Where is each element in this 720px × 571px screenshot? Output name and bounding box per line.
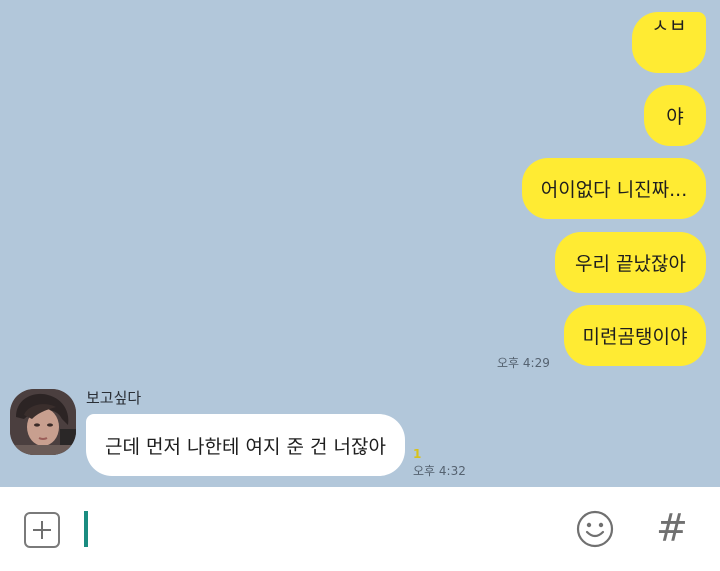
message-input[interactable] <box>84 511 88 547</box>
sent-message[interactable]: 미련곰탱이야 <box>564 305 706 366</box>
message-text: ㅅㅂ <box>651 15 687 37</box>
sent-message[interactable]: ㅅㅂ <box>632 12 706 73</box>
received-message[interactable]: 근데 먼저 나한테 여지 준 건 너잖아 <box>86 414 405 476</box>
sent-message[interactable]: 야 <box>644 85 706 146</box>
sender-avatar[interactable] <box>10 389 76 455</box>
message-text: 미련곰탱이야 <box>582 326 688 348</box>
message-text: 근데 먼저 나한테 여지 준 건 너잖아 <box>105 435 386 458</box>
message-text: 야 <box>666 106 684 128</box>
sent-timestamp: 오후 4:29 <box>497 356 550 370</box>
chat-area: ㅅㅂ 야 어이없다 니진짜... 우리 끝났잖아 미련곰탱이야 오후 4:29 … <box>0 0 720 487</box>
message-text: 우리 끝났잖아 <box>575 253 686 275</box>
plus-square-icon[interactable] <box>24 512 60 548</box>
hash-icon[interactable]: # <box>656 506 688 550</box>
smiley-icon[interactable] <box>576 510 614 548</box>
message-text: 어이없다 니진짜... <box>540 179 688 201</box>
unread-count: 1 <box>413 447 422 461</box>
sent-message[interactable]: 어이없다 니진짜... <box>522 158 706 219</box>
received-timestamp: 오후 4:32 <box>413 464 466 478</box>
avatar-photo <box>10 389 76 455</box>
sender-name[interactable]: 보고싶다 <box>86 387 141 408</box>
sent-message[interactable]: 우리 끝났잖아 <box>555 232 706 293</box>
